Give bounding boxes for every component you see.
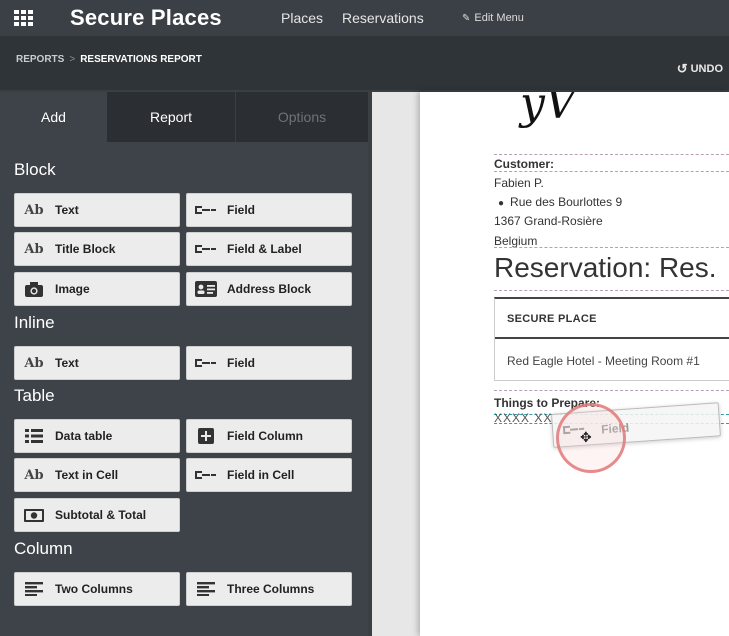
tab-options[interactable]: Options [235, 92, 368, 142]
text-icon: Ab [24, 355, 44, 371]
signature-image: yV [520, 92, 577, 129]
control-panel: REPORTS > RESERVATIONS REPORT ↺ UNDO [0, 36, 729, 90]
add-text-block-button[interactable]: Ab Text [14, 193, 180, 227]
move-cursor-icon: ✥ [580, 429, 592, 445]
top-navbar: Secure Places Places Reservations ✎ Edit … [0, 0, 729, 36]
add-field-block-button[interactable]: Field [186, 193, 352, 227]
add-field-column-button[interactable]: Field Column [186, 419, 352, 453]
plus-square-icon [187, 420, 225, 452]
field-icon [187, 194, 225, 226]
add-field-label-button[interactable]: Field & Label [186, 232, 352, 266]
add-image-button[interactable]: Image [14, 272, 180, 306]
report-title[interactable]: Reservation: Res. [494, 252, 717, 284]
add-inline-text-button[interactable]: Ab Text [14, 346, 180, 380]
add-subtotal-total-button[interactable]: Subtotal & Total [14, 498, 180, 532]
section-inline-title: Inline [14, 313, 55, 332]
address-line-2[interactable]: 1367 Grand-Rosière [494, 214, 603, 228]
customer-label[interactable]: Customer: [494, 157, 554, 171]
align-left-icon [15, 573, 53, 605]
table-cell[interactable]: Red Eagle Hotel - Meeting Room #1 [495, 341, 729, 381]
add-three-columns-button[interactable]: Three Columns [186, 572, 352, 606]
add-inline-field-button[interactable]: Field [186, 346, 352, 380]
pencil-icon: ✎ [462, 13, 471, 24]
drop-zone-line [494, 390, 729, 391]
add-title-block-button[interactable]: Ab Title Block [14, 232, 180, 266]
field-icon [187, 347, 225, 379]
report-table[interactable]: SECURE PLACE Red Eagle Hotel - Meeting R… [494, 297, 729, 381]
tab-report[interactable]: Report [107, 92, 235, 142]
editor-sidebar: Add Report Options Block Ab Text Field A… [0, 92, 368, 636]
drop-zone-line [494, 290, 729, 291]
list-icon [15, 420, 53, 452]
address-card-icon [187, 273, 225, 305]
sidebar-tabs: Add Report Options [0, 92, 368, 142]
text-icon: Ab [24, 202, 44, 218]
add-text-in-cell-button[interactable]: Ab Text in Cell [14, 458, 180, 492]
field-icon [187, 459, 225, 491]
edit-menu-link[interactable]: ✎ Edit Menu [462, 12, 524, 24]
tab-add[interactable]: Add [0, 92, 107, 142]
section-column-title: Column [14, 539, 73, 558]
drop-zone-line [494, 247, 729, 248]
add-field-in-cell-button[interactable]: Field in Cell [186, 458, 352, 492]
add-data-table-button[interactable]: Data table [14, 419, 180, 453]
add-address-block-button[interactable]: Address Block [186, 272, 352, 306]
section-table-title: Table [14, 386, 55, 405]
undo-icon: ↺ [676, 61, 688, 76]
camera-icon [15, 273, 53, 305]
breadcrumb-current: RESERVATIONS REPORT [80, 54, 202, 65]
report-page: yV Customer: Fabien P. ● Rue des Bourlott… [420, 92, 729, 636]
map-marker-icon: ● [498, 198, 505, 209]
customer-name[interactable]: Fabien P. [494, 176, 544, 190]
address-line-1[interactable]: ● Rue des Bourlottes 9 [498, 195, 622, 209]
field-icon [187, 233, 225, 265]
undo-label: UNDO [690, 63, 723, 75]
edit-menu-label: Edit Menu [474, 12, 524, 24]
undo-button[interactable]: ↺ UNDO [677, 61, 723, 77]
breadcrumb-separator: > [69, 54, 76, 65]
align-left-icon [187, 573, 225, 605]
text-icon: Ab [24, 467, 44, 483]
money-icon [15, 499, 53, 531]
breadcrumb: REPORTS > RESERVATIONS REPORT [16, 54, 202, 65]
drop-zone-line [494, 171, 729, 172]
address-line-3[interactable]: Belgium [494, 234, 537, 248]
section-block-title: Block [14, 160, 56, 179]
nav-places[interactable]: Places [281, 10, 323, 26]
text-icon: Ab [24, 241, 44, 257]
app-brand[interactable]: Secure Places [70, 5, 222, 31]
breadcrumb-reports[interactable]: REPORTS [16, 54, 64, 65]
table-header[interactable]: SECURE PLACE [495, 299, 729, 339]
apps-menu-icon[interactable] [14, 10, 33, 26]
add-two-columns-button[interactable]: Two Columns [14, 572, 180, 606]
nav-reservations[interactable]: Reservations [342, 10, 424, 26]
drop-zone-line [494, 154, 729, 155]
